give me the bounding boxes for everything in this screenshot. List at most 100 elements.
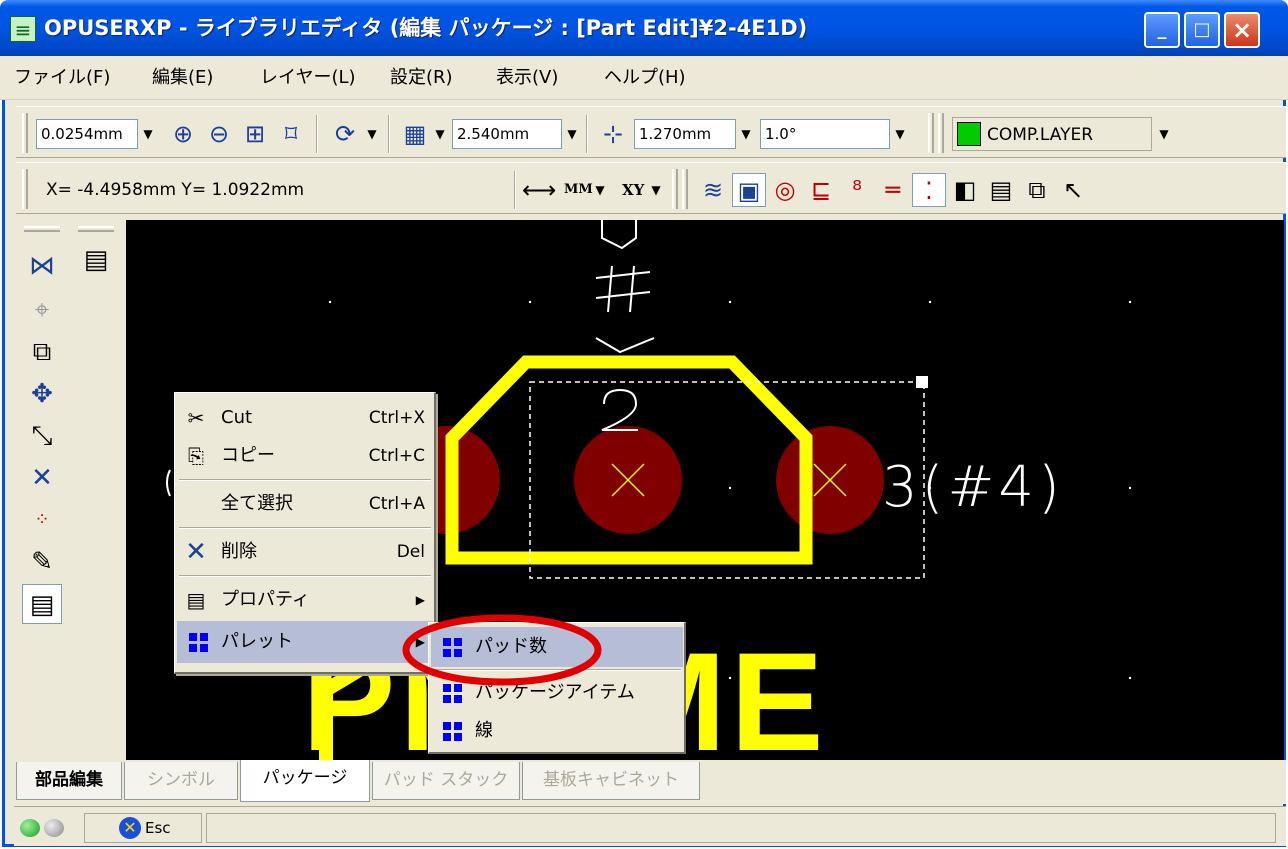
image-icon[interactable]: ⧉ [1020,173,1054,207]
tab-part-edit[interactable]: 部品編集 [16,762,122,800]
pin-text-fragment [595,337,655,354]
unit-dropdown-icon[interactable]: ▼ [138,119,158,149]
toolbar-separator [586,115,588,153]
pin-number-icon[interactable]: ⁸ [840,173,874,207]
resize-icon[interactable]: ⤡ [22,416,62,456]
vertical-toolbar: ⋈ ⌖ ⧉ ✥ ⤡ ✕ ⁘ ✎ ▤ [16,220,68,760]
line-icon[interactable]: ═ [876,173,910,207]
pin-icon[interactable]: ⊑ [804,173,838,207]
status-green-icon [20,819,40,837]
disabled-tool-icon[interactable]: ⌖ [22,290,62,330]
unit-combo[interactable]: 0.0254mm [36,119,138,149]
duplicate-icon[interactable]: ⧉ [22,332,62,372]
grid-icon[interactable]: ▦ [398,117,432,151]
renumber-icon[interactable]: ⁘ [22,500,62,540]
menu-item-delete[interactable]: ✕ 削除 Del [177,531,433,573]
status-bar: ✕ Esc [14,806,1286,846]
menu-item-shortcut: Del [396,542,425,562]
unit-mode-button[interactable]: MM [564,175,593,205]
menu-item-label: 削除 [221,541,257,562]
toolbar-grip[interactable] [938,113,944,153]
title-bar[interactable]: ≡ OPUSERXP - ライブラリエディタ (編集 パッケージ : [Part… [0,0,1288,56]
context-menu: ✂ Cut Ctrl+X ⎘ コピー Ctrl+C 全て選択 Ctrl+A ✕ … [174,392,436,674]
tab-symbol[interactable]: シンボル [124,762,238,800]
axis-mode-dropdown-icon[interactable]: ▼ [646,175,666,205]
menu-help[interactable]: ヘルプ(H) [604,64,686,92]
minimize-button[interactable]: _ [1144,12,1180,48]
menu-item-select-all[interactable]: 全て選択 Ctrl+A [177,483,433,525]
zoom-out-icon[interactable]: ⊖ [202,117,236,151]
toolbar-grip[interactable] [22,169,28,209]
move-icon[interactable]: ✥ [22,374,62,414]
submenu-item-line[interactable]: 線 [431,711,683,751]
palette-icon [435,711,465,753]
package-properties-icon[interactable]: ▤ [76,240,116,280]
refresh-icon[interactable]: ⟳ [328,117,362,151]
toolbar-grip[interactable] [22,113,28,153]
properties-tool-icon[interactable]: ▤ [22,584,62,624]
menu-item-label: 全て選択 [221,493,293,514]
pin-text-fragment [166,469,171,497]
delete-tool-icon[interactable]: ✕ [22,458,62,498]
snap-dropdown-icon[interactable]: ▼ [736,119,756,149]
mirror-icon[interactable]: ⋈ [22,246,62,286]
delete-icon: ✕ [185,537,207,567]
menu-item-copy[interactable]: ⎘ コピー Ctrl+C [177,435,433,477]
zoom-in-icon[interactable]: ⊕ [166,117,200,151]
toolbar-separator [514,171,516,209]
menu-item-palette[interactable]: パレット ▶ [177,621,433,663]
menu-layer[interactable]: レイヤー(L) [260,64,356,92]
menu-item-cut[interactable]: ✂ Cut Ctrl+X [177,397,433,439]
pad-number-icon[interactable]: ⁚ [912,173,946,207]
select-cursor-icon[interactable]: ↖ [1056,173,1090,207]
app-icon: ≡ [10,16,36,42]
edit-text-icon[interactable]: ✎ [22,542,62,582]
maximize-button[interactable]: □ [1184,12,1220,48]
axis-mode-button[interactable]: XY [622,175,644,205]
menu-view[interactable]: 表示(V) [496,64,558,92]
menu-separator [179,575,431,577]
tab-package[interactable]: パッケージ [240,760,370,802]
tab-board-cabinet[interactable]: 基板キャビネット [522,762,700,800]
via-icon[interactable]: ◎ [768,173,802,207]
zoom-window-icon[interactable]: ⊞ [238,117,272,151]
toolbar-grip[interactable] [78,226,114,232]
esc-label: Esc [145,819,171,837]
pin-text-fragment [601,220,637,250]
highlight-ellipse [402,614,602,686]
toolbar-grip[interactable] [928,113,934,153]
cut-icon: ✂ [187,406,205,430]
zoom-fit-icon[interactable]: ⌑ [274,117,308,151]
grid-dropdown-icon[interactable]: ▼ [430,119,450,149]
menu-settings[interactable]: 設定(R) [390,64,453,92]
close-button[interactable]: × [1224,12,1260,48]
toolbar-grip[interactable] [682,169,688,209]
menu-item-label: コピー [221,445,275,466]
component-icon[interactable]: ▤ [984,173,1018,207]
menu-edit[interactable]: 編集(E) [152,64,213,92]
angle-dropdown-icon[interactable]: ▼ [890,119,910,149]
layer-combo[interactable]: COMP.LAYER [952,117,1152,151]
pad-view-icon[interactable]: ▣ [732,173,766,207]
layers-icon[interactable]: ≋ [696,173,730,207]
esc-button[interactable]: ✕ Esc [84,813,202,843]
measure-icon[interactable]: ⟷ [522,173,556,207]
menu-item-properties[interactable]: ▤ プロパティ ▶ [177,579,433,621]
grid-combo[interactable]: 2.540mm [452,119,562,149]
menu-bar: ファイル(F) 編集(E) レイヤー(L) 設定(R) 表示(V) ヘルプ(H) [0,56,1288,100]
snap-combo[interactable]: 1.270mm [634,119,736,149]
menu-file[interactable]: ファイル(F) [14,64,110,92]
unit-mode-dropdown-icon[interactable]: ▼ [590,175,610,205]
menu-item-shortcut: Ctrl+X [368,408,425,428]
angle-combo[interactable]: 1.0° [760,119,890,149]
refresh-dropdown-icon[interactable]: ▼ [362,119,382,149]
snap-grid-icon[interactable]: ⊹ [596,117,630,151]
toolbar-grip[interactable] [672,169,678,209]
toolbar-grip[interactable] [24,226,60,232]
half-fill-icon[interactable]: ◧ [948,173,982,207]
hash-symbol [595,265,651,313]
layer-dropdown-icon[interactable]: ▼ [1154,119,1174,149]
tab-pad-stack[interactable]: パッド スタック [372,762,520,800]
menu-separator [179,527,431,529]
grid-combo-dropdown-icon[interactable]: ▼ [562,119,582,149]
